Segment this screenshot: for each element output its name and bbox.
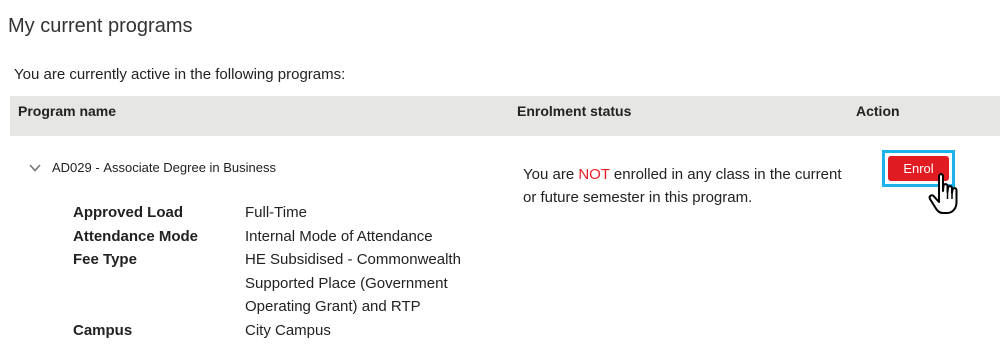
detail-label: Fee Type — [73, 251, 137, 268]
detail-value: Full-Time — [245, 204, 307, 221]
status-prefix: You are — [523, 166, 579, 183]
table-header: Program name Enrolment status Action — [10, 96, 1000, 136]
detail-label: Campus — [73, 321, 133, 339]
column-header-enrolment-status: Enrolment status — [517, 103, 632, 119]
detail-row-campus: Campus City Campus — [73, 319, 480, 343]
detail-label: Attendance Mode — [73, 227, 199, 245]
detail-row-approved-load: Approved Load Full-Time — [73, 201, 480, 225]
detail-value: City Campus — [245, 321, 331, 339]
program-code: AD029 — [52, 160, 92, 175]
chevron-down-icon[interactable] — [28, 161, 42, 175]
intro-text: You are currently active in the followin… — [14, 66, 346, 83]
program-toggle[interactable]: AD029 - Associate Degree in Business — [28, 160, 276, 175]
status-emphasis: NOT — [578, 166, 610, 183]
column-header-action: Action — [856, 103, 900, 119]
program-name: Associate Degree in Business — [103, 160, 277, 175]
column-header-program-name: Program name — [18, 103, 117, 119]
detail-label: Approved Load — [73, 204, 184, 221]
enrolment-status-text: You are NOT enrolled in any class in the… — [523, 163, 853, 209]
detail-row-fee-type: Fee Type HE Subsidised - Commonwealth Su… — [73, 248, 480, 319]
detail-value: Internal Mode of Attendance — [245, 227, 433, 245]
hand-pointer-icon — [928, 173, 958, 214]
program-separator: - — [91, 160, 104, 175]
page-title: My current programs — [8, 15, 193, 37]
detail-value: HE Subsidised - Commonwealth Supported P… — [245, 251, 461, 315]
detail-row-attendance-mode: Attendance Mode Internal Mode of Attenda… — [73, 225, 480, 249]
program-details: Approved Load Full-Time Attendance Mode … — [73, 201, 480, 342]
